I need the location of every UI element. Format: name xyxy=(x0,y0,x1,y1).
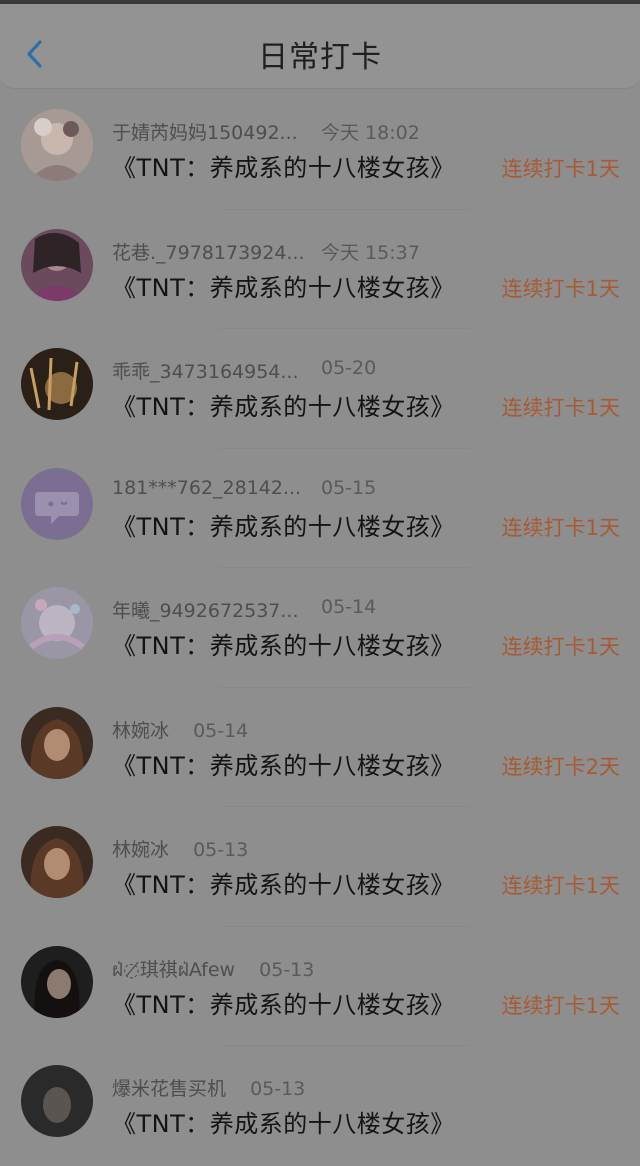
timestamp: 05-20 xyxy=(321,357,377,379)
entry-meta: 林婉冰 05-14 xyxy=(112,716,248,743)
entry-meta: 爆米花售买机 05-13 xyxy=(112,1074,305,1101)
list-item[interactable]: 花巷._7978173924... 今天 15:37 《TNT：养成系的十八楼女… xyxy=(0,210,640,329)
list-item[interactable]: 181***762_28142... 05-15 《TNT：养成系的十八楼女孩》… xyxy=(0,449,640,568)
list-item[interactable]: ฝ่◌̸琪祺ฝ่Afew 05-13 《TNT：养成系的十八楼女孩》 连续打卡1… xyxy=(0,927,640,1046)
username[interactable]: 年曦_9492672537... xyxy=(112,600,299,622)
username[interactable]: 乖乖_3473164954... xyxy=(112,361,299,383)
entry-meta: 181***762_28142... 05-15 xyxy=(112,477,376,499)
list-item[interactable]: 于婧芮妈妈150492... 今天 18:02 《TNT：养成系的十八楼女孩》 … xyxy=(0,90,640,210)
timestamp: 05-15 xyxy=(321,476,377,499)
timestamp: 05-13 xyxy=(259,958,315,981)
timestamp: 05-14 xyxy=(321,596,377,618)
username[interactable]: 爆米花售买机 xyxy=(112,1078,226,1100)
list-item[interactable]: 林婉冰 05-13 《TNT：养成系的十八楼女孩》 连续打卡1天 xyxy=(0,807,640,927)
username[interactable]: 花巷._7978173924... xyxy=(112,242,305,264)
avatar[interactable] xyxy=(21,945,93,1018)
entry-meta: 花巷._7978173924... 今天 15:37 xyxy=(112,238,420,265)
book-title[interactable]: 《TNT：养成系的十八楼女孩》 xyxy=(112,746,455,781)
list-item[interactable]: 年曦_9492672537... 05-14 《TNT：养成系的十八楼女孩》 连… xyxy=(0,568,640,688)
avatar[interactable] xyxy=(21,348,93,420)
avatar[interactable] xyxy=(21,467,93,540)
username[interactable]: 于婧芮妈妈150492... xyxy=(112,122,298,144)
avatar[interactable] xyxy=(21,228,93,301)
book-title[interactable]: 《TNT：养成系的十八楼女孩》 xyxy=(112,387,455,422)
header-bar: 日常打卡 xyxy=(0,4,640,89)
list-item[interactable]: 爆米花售买机 05-13 《TNT：养成系的十八楼女孩》 xyxy=(0,1046,640,1166)
list-item[interactable]: 乖乖_3473164954... 05-20 《TNT：养成系的十八楼女孩》 连… xyxy=(0,329,640,449)
entry-meta: 于婧芮妈妈150492... 今天 18:02 xyxy=(112,118,420,145)
streak-label: 连续打卡1天 xyxy=(501,396,620,420)
streak-label: 连续打卡1天 xyxy=(501,874,620,898)
username[interactable]: ฝ่◌̸琪祺ฝ่Afew xyxy=(112,959,235,981)
username[interactable]: 181***762_28142... xyxy=(112,477,301,499)
timestamp: 05-13 xyxy=(193,839,249,861)
book-title[interactable]: 《TNT：养成系的十八楼女孩》 xyxy=(112,626,455,661)
username[interactable]: 林婉冰 xyxy=(112,839,169,861)
streak-label: 连续打卡1天 xyxy=(501,515,620,540)
checkin-list: 于婧芮妈妈150492... 今天 18:02 《TNT：养成系的十八楼女孩》 … xyxy=(0,90,640,1166)
timestamp: 05-14 xyxy=(193,719,249,742)
book-title[interactable]: 《TNT：养成系的十八楼女孩》 xyxy=(112,865,455,900)
streak-label: 连续打卡1天 xyxy=(501,993,620,1018)
book-title[interactable]: 《TNT：养成系的十八楼女孩》 xyxy=(112,148,455,183)
entry-meta: 林婉冰 05-13 xyxy=(112,835,248,862)
book-title[interactable]: 《TNT：养成系的十八楼女孩》 xyxy=(112,268,455,303)
avatar[interactable] xyxy=(21,826,93,898)
streak-label: 连续打卡1天 xyxy=(501,157,620,181)
username[interactable]: 林婉冰 xyxy=(112,720,169,742)
list-item[interactable]: 林婉冰 05-14 《TNT：养成系的十八楼女孩》 连续打卡2天 xyxy=(0,688,640,807)
streak-label: 连续打卡1天 xyxy=(501,635,620,659)
timestamp: 05-13 xyxy=(250,1078,306,1100)
book-title[interactable]: 《TNT：养成系的十八楼女孩》 xyxy=(112,507,455,542)
avatar[interactable] xyxy=(21,1065,93,1137)
entry-meta: 乖乖_3473164954... 05-20 xyxy=(112,357,376,384)
entry-meta: 年曦_9492672537... 05-14 xyxy=(112,596,376,623)
page-title: 日常打卡 xyxy=(258,40,382,75)
timestamp: 今天 15:37 xyxy=(321,241,420,264)
book-title[interactable]: 《TNT：养成系的十八楼女孩》 xyxy=(112,1104,455,1139)
entry-meta: ฝ่◌̸琪祺ฝ่Afew 05-13 xyxy=(112,955,314,985)
streak-label: 连续打卡1天 xyxy=(501,276,620,301)
avatar[interactable] xyxy=(21,706,93,779)
avatar[interactable] xyxy=(21,109,93,181)
streak-label: 连续打卡2天 xyxy=(501,754,620,779)
timestamp: 今天 18:02 xyxy=(321,122,420,144)
avatar[interactable] xyxy=(21,587,93,659)
book-title[interactable]: 《TNT：养成系的十八楼女孩》 xyxy=(112,985,455,1020)
